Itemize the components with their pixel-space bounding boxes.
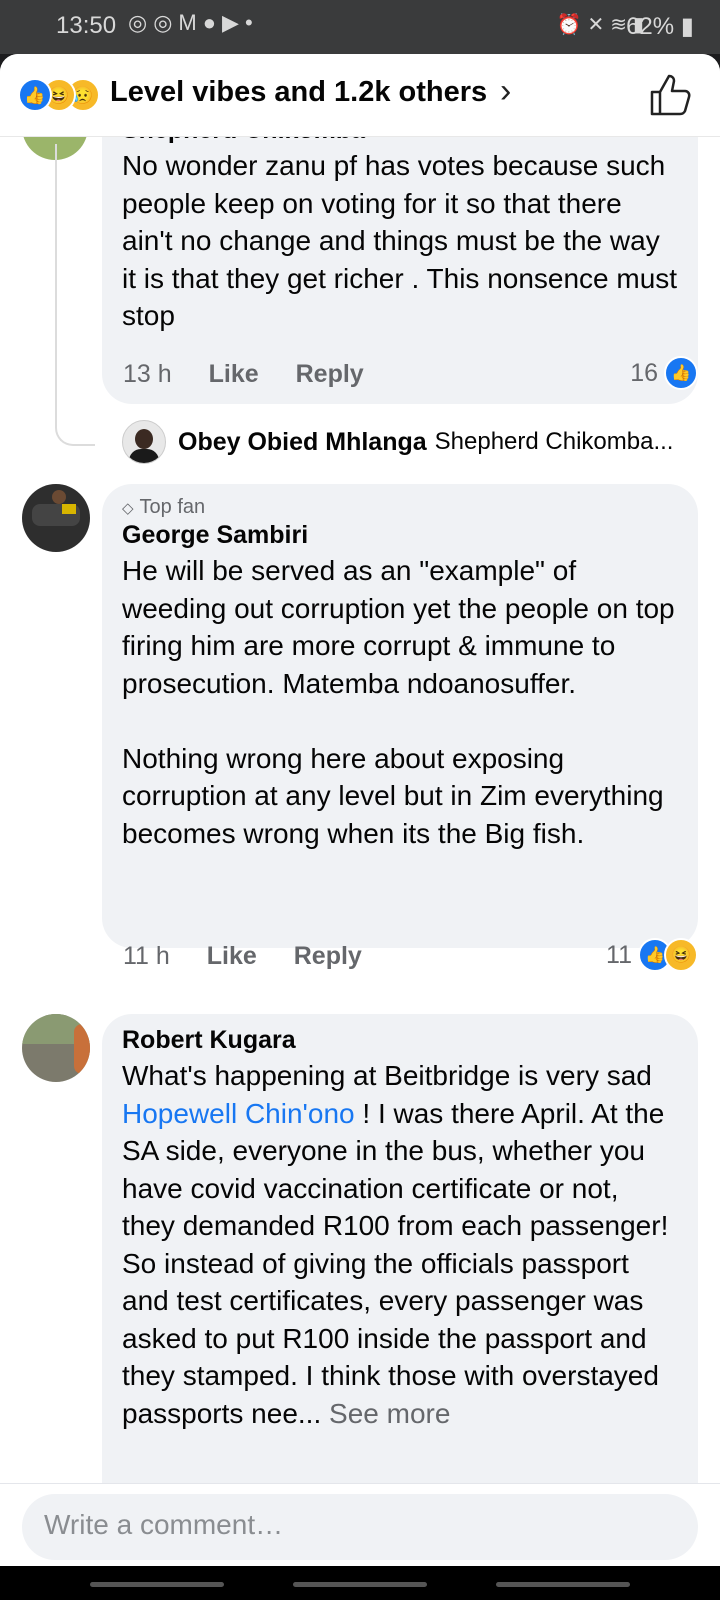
comment-bubble[interactable]: ◇ Top fan George Sambiri He will be serve… bbox=[102, 484, 698, 948]
wifi-icon: ≋ bbox=[610, 14, 627, 36]
reply-button[interactable]: Reply bbox=[296, 360, 364, 388]
like-button[interactable]: Like bbox=[207, 942, 257, 970]
comments-sheet: 👍 😆 😥 Level vibes and 1.2k others › Shep… bbox=[0, 54, 720, 1566]
reply-author[interactable]: Obey Obied Mhlanga bbox=[178, 428, 427, 457]
reactions-summary-label[interactable]: Level vibes and 1.2k others bbox=[110, 76, 487, 109]
comment-composer: Write a comment… bbox=[0, 1483, 720, 1566]
comment-bubble[interactable]: Shepherd Chikomba No wonder zanu pf has … bbox=[102, 104, 698, 404]
comment-author[interactable]: George Sambiri bbox=[122, 521, 678, 550]
reply-text: Shepherd Chikomba... bbox=[434, 428, 674, 455]
mention-link[interactable]: Hopewell Chin'ono bbox=[122, 1098, 355, 1129]
facebook-icon: ● bbox=[202, 10, 217, 35]
like-outline-icon[interactable] bbox=[646, 70, 696, 120]
badge-label: Top fan bbox=[139, 496, 206, 518]
notification-icons: ◎ ◎ M ● ▶ • bbox=[128, 10, 253, 36]
battery-percent: 62% bbox=[626, 13, 675, 40]
comment-time: 13 h bbox=[123, 360, 172, 388]
reply-preview[interactable]: Obey Obied Mhlanga Shepherd Chikomba... bbox=[122, 420, 673, 464]
comment-text-part: ! I was there April. At the SA side, eve… bbox=[122, 1097, 677, 1429]
status-time: 13:50 bbox=[56, 12, 117, 39]
comment-bubble[interactable]: Robert Kugara What's happening at Beitbr… bbox=[102, 1014, 698, 1514]
comment-text-part: What's happening at Beitbridge is very s… bbox=[122, 1060, 660, 1091]
see-more-link[interactable]: See more bbox=[321, 1398, 450, 1429]
top-fan-badge: ◇ Top fan bbox=[122, 496, 678, 519]
gmail-icon: M bbox=[178, 10, 197, 35]
battery-level: 62% ▮ bbox=[626, 12, 694, 41]
status-bar: 13:50 ◎ ◎ M ● ▶ • ⏰ ✕ ≋ ▮ 62% ▮ bbox=[0, 0, 720, 54]
system-nav-bar bbox=[0, 1566, 720, 1600]
mute-icon: ✕ bbox=[587, 14, 605, 36]
dot-icon: • bbox=[244, 10, 253, 35]
comment-actions: 13 h Like Reply bbox=[123, 360, 394, 389]
battery-icon: ▮ bbox=[680, 13, 694, 40]
chevron-right-icon[interactable]: › bbox=[500, 72, 511, 111]
comment-text: What's happening at Beitbridge is very s… bbox=[122, 1057, 678, 1432]
haha-reaction-icon: 😆 bbox=[664, 938, 698, 972]
comment-input[interactable]: Write a comment… bbox=[22, 1494, 698, 1560]
comment-text: He will be served as an "example" of wee… bbox=[122, 555, 675, 849]
whatsapp-icon: ◎ bbox=[128, 10, 148, 35]
thread-line bbox=[55, 144, 95, 446]
avatar[interactable] bbox=[22, 1014, 90, 1082]
nav-home-bar[interactable] bbox=[293, 1582, 427, 1587]
diamond-icon: ◇ bbox=[122, 500, 134, 517]
avatar[interactable] bbox=[22, 484, 90, 552]
like-reaction-icon: 👍 bbox=[664, 356, 698, 390]
reactions-summary-bar[interactable]: 👍 😆 😥 Level vibes and 1.2k others › bbox=[0, 54, 720, 136]
comment-reactions[interactable]: 16 👍 bbox=[630, 356, 698, 390]
comment-author[interactable]: Robert Kugara bbox=[122, 1026, 678, 1055]
like-reaction-icon: 👍 bbox=[18, 78, 52, 112]
nav-recent-bar[interactable] bbox=[90, 1582, 224, 1587]
whatsapp-icon: ◎ bbox=[153, 10, 173, 35]
like-button[interactable]: Like bbox=[209, 360, 259, 388]
reaction-count: 11 bbox=[606, 940, 632, 969]
comment-time: 11 h bbox=[123, 942, 170, 970]
comment-reactions[interactable]: 11 👍 😆 bbox=[606, 938, 698, 972]
reaction-count: 16 bbox=[630, 358, 658, 387]
avatar[interactable] bbox=[122, 420, 166, 464]
reply-button[interactable]: Reply bbox=[294, 942, 362, 970]
comment-text: No wonder zanu pf has votes because such… bbox=[122, 150, 685, 331]
youtube-icon: ▶ bbox=[222, 10, 239, 35]
nav-back-bar[interactable] bbox=[496, 1582, 630, 1587]
alarm-icon: ⏰ bbox=[556, 14, 582, 36]
comment-actions: 11 h Like Reply bbox=[123, 942, 392, 971]
